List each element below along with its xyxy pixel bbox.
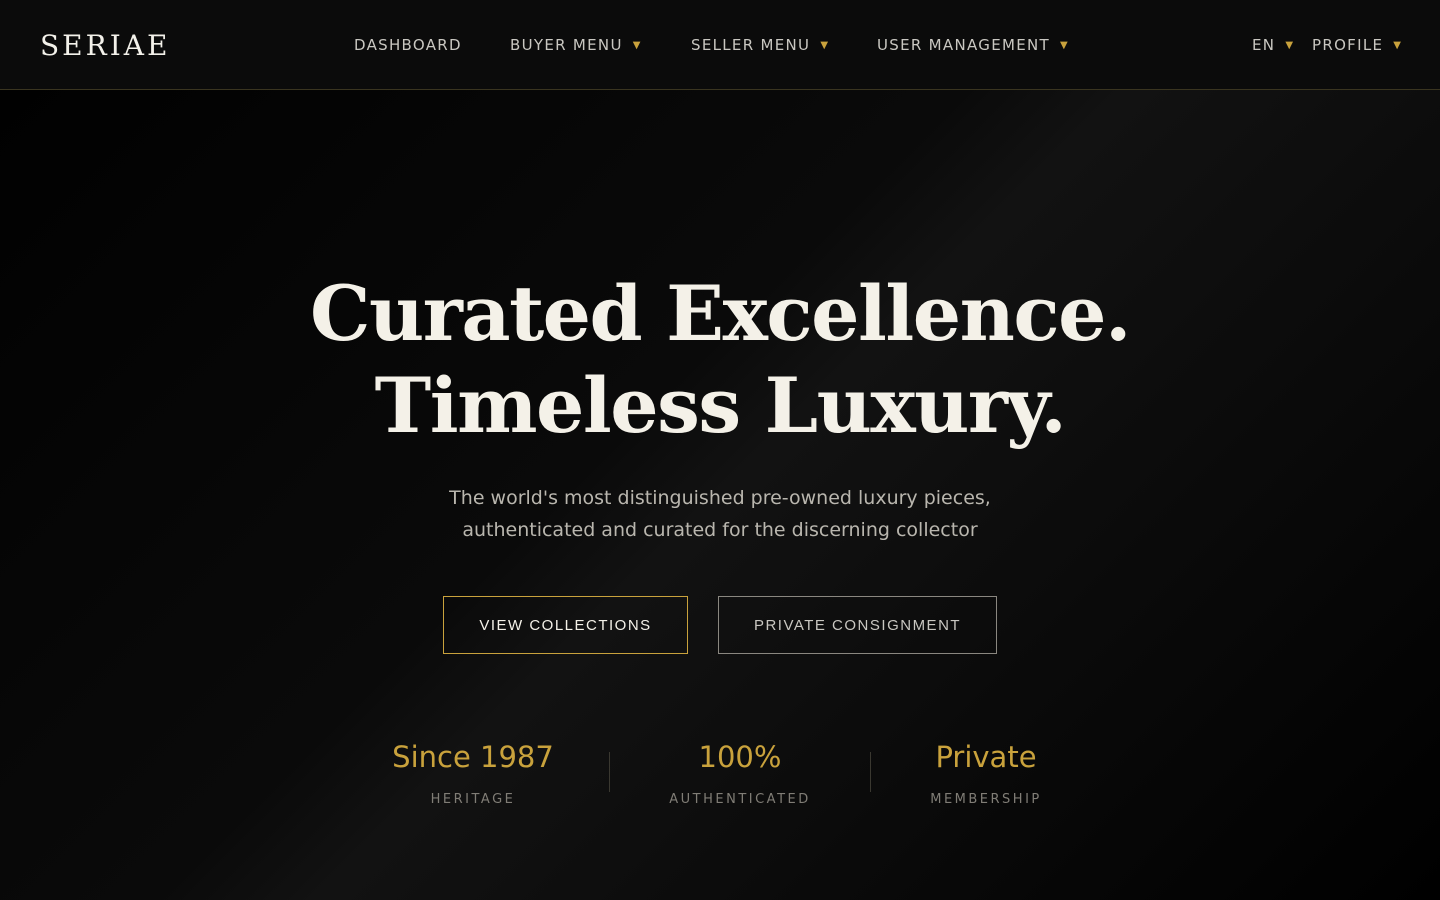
nav-seller-menu-label: SELLER MENU [691,36,811,54]
hero-title: Curated Excellence. Timeless Luxury. [0,268,1440,452]
nav-buyer-menu-label: BUYER MENU [510,36,623,54]
nav-dashboard-label: DASHBOARD [354,36,462,54]
hero-title-line-2: Timeless Luxury. [374,361,1067,450]
nav-seller-menu[interactable]: SELLER MENU ▼ [691,33,829,57]
nav-buyer-menu[interactable]: BUYER MENU ▼ [510,33,642,57]
stat-value: 100% [698,740,782,774]
hero-title-line-1: Curated Excellence. [310,269,1131,358]
main-navigation: DASHBOARD BUYER MENU ▼ SELLER MENU ▼ USE… [0,0,1440,90]
stat-divider [609,752,610,792]
language-selector[interactable]: EN ▼ [1252,33,1294,57]
language-label: EN [1252,36,1276,54]
nav-dashboard[interactable]: DASHBOARD [354,33,462,57]
hero-subtitle: The world's most distinguished pre-owned… [0,482,1440,546]
profile-menu[interactable]: PROFILE ▼ [1312,33,1402,57]
stat-label: AUTHENTICATED [669,792,811,807]
chevron-down-icon: ▼ [1060,39,1069,51]
stat-value: Since 1987 [392,740,554,774]
chevron-down-icon: ▼ [1285,39,1295,51]
nav-user-management-label: USER MANAGEMENT [877,36,1050,54]
hero-subtitle-line-1: The world's most distinguished pre-owned… [449,487,991,509]
top-navigation-bar: SERIAE DASHBOARD BUYER MENU ▼ SELLER MEN… [0,0,1440,90]
chevron-down-icon: ▼ [632,39,642,51]
chevron-down-icon: ▼ [1393,39,1403,51]
stat-heritage: Since 1987 HERITAGE [383,738,563,807]
nav-user-management[interactable]: USER MANAGEMENT ▼ [877,33,1069,57]
stat-membership: Private MEMBERSHIP [896,738,1076,807]
stat-label: MEMBERSHIP [930,792,1042,807]
profile-label: PROFILE [1312,36,1384,54]
chevron-down-icon: ▼ [820,39,830,51]
view-collections-button[interactable]: VIEW COLLECTIONS [443,596,688,654]
stat-divider [870,752,871,792]
stat-value: Private [935,740,1037,774]
hero-subtitle-line-2: authenticated and curated for the discer… [462,519,978,541]
stat-authenticated: 100% AUTHENTICATED [650,738,830,807]
stat-label: HERITAGE [430,792,516,807]
private-consignment-button[interactable]: PRIVATE CONSIGNMENT [718,596,997,654]
